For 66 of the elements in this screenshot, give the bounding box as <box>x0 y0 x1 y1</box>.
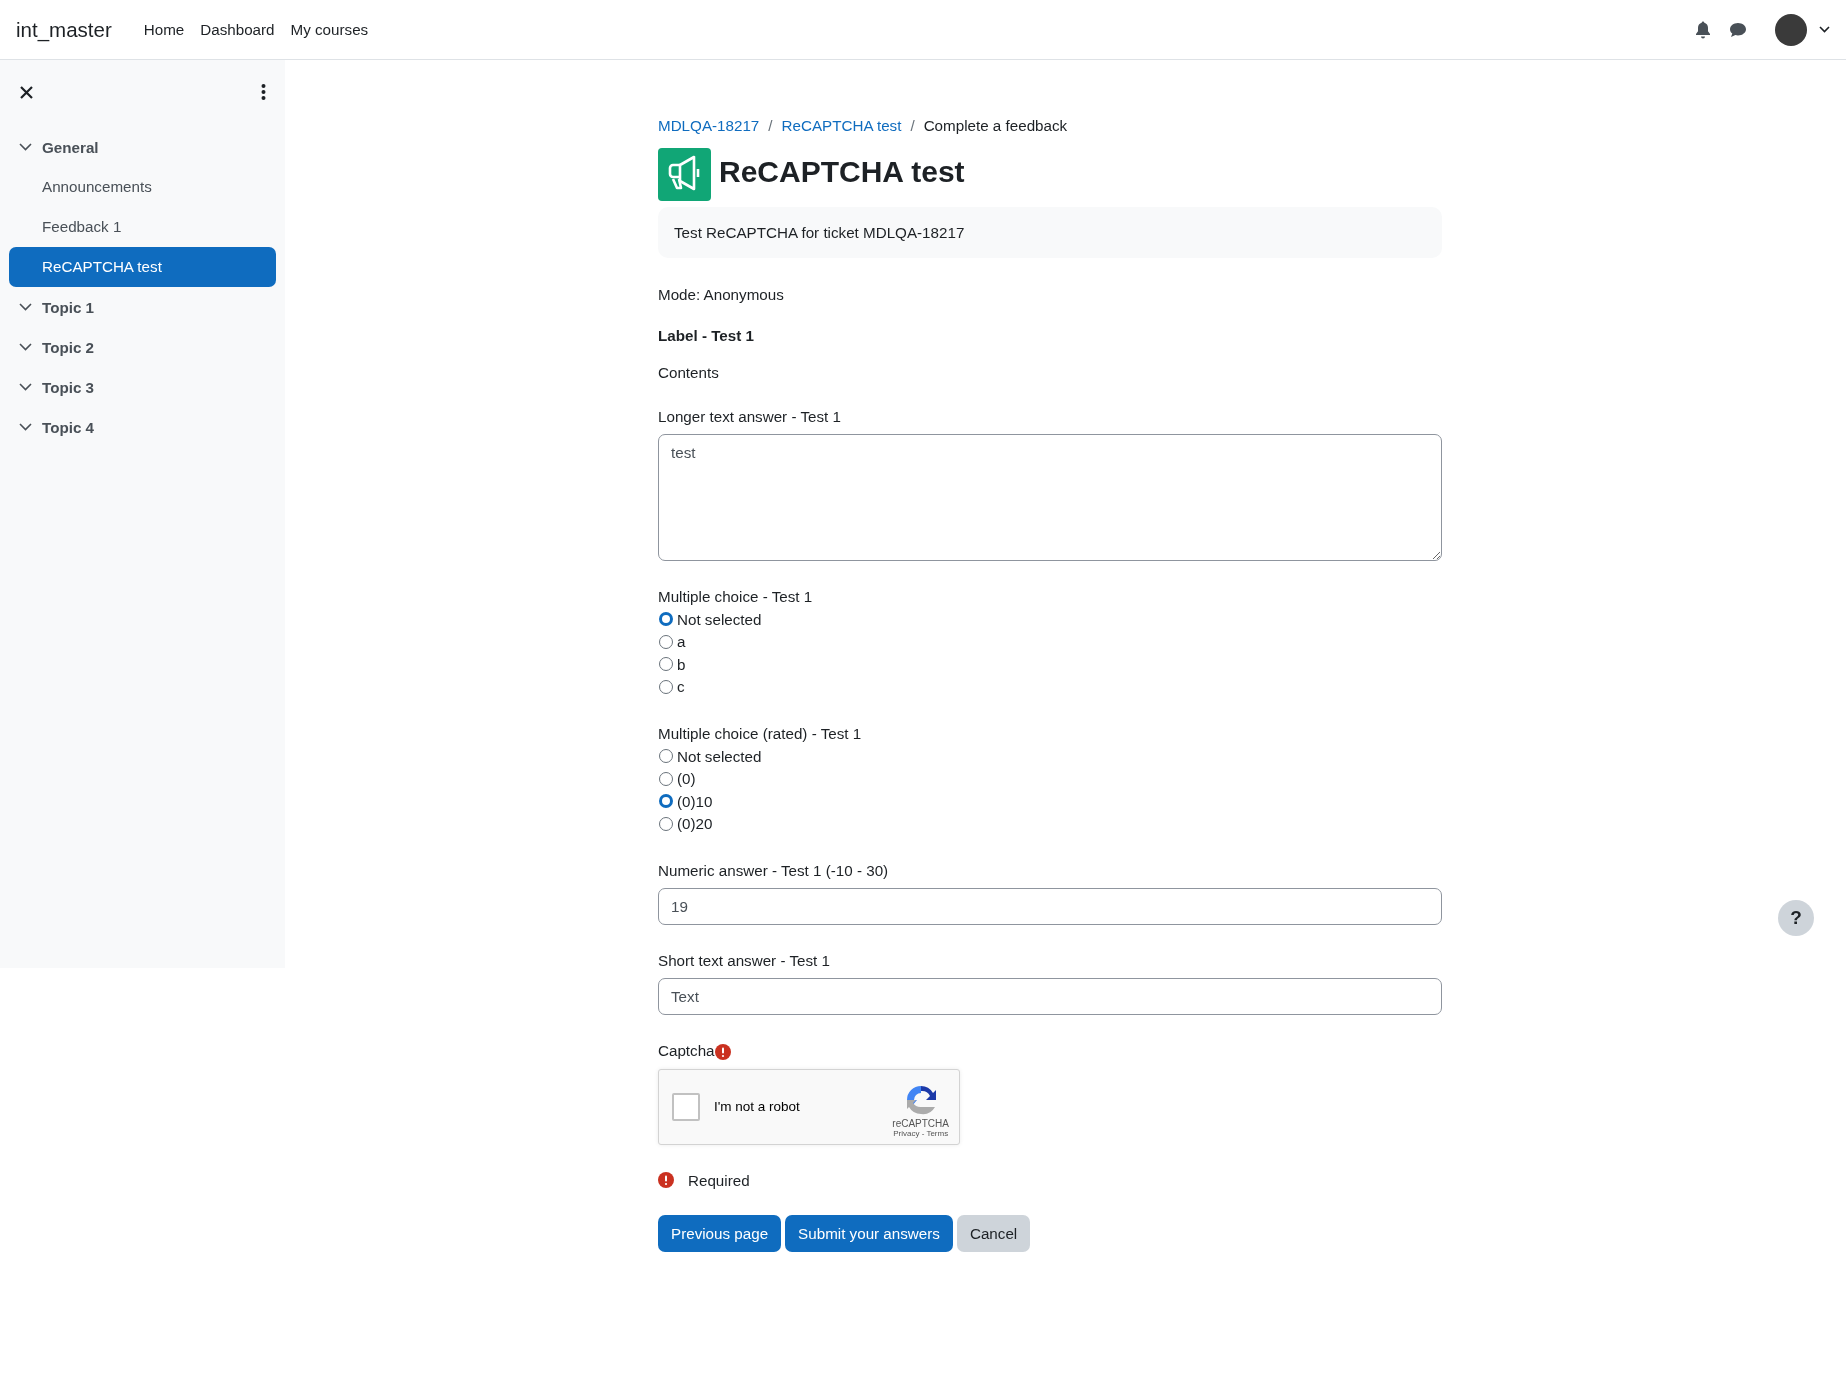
recaptcha-logo-icon <box>904 1084 937 1116</box>
chevron-down-icon[interactable] <box>19 383 32 391</box>
chat-icon[interactable] <box>1729 21 1747 38</box>
item-text: Contents <box>658 364 720 381</box>
required-note: Required <box>688 1172 750 1189</box>
chevron-down-icon[interactable] <box>19 343 32 351</box>
breadcrumb-separator: / <box>768 117 773 134</box>
activity-link[interactable]: Feedback 1 <box>9 207 276 247</box>
breadcrumb-link[interactable]: MDLQA-18217 <box>658 117 760 134</box>
section-title[interactable]: Topic 4 <box>42 418 95 436</box>
section-title[interactable]: General <box>42 138 99 156</box>
question-label: Multiple choice - Test 1 <box>658 588 814 605</box>
activity-link[interactable]: Announcements <box>9 167 276 207</box>
breadcrumb-current: Complete a feedback <box>923 117 1068 134</box>
option-label: Not selected <box>677 747 762 765</box>
checkbox-label: I'm not a robot <box>714 1099 800 1115</box>
terms-link[interactable]: Terms <box>926 1129 949 1138</box>
page-title: ReCAPTCHA test <box>719 154 965 189</box>
text-area[interactable]: test <box>658 434 1442 561</box>
chevron-down-icon[interactable] <box>1819 26 1830 33</box>
chevron-down-icon[interactable] <box>19 303 32 311</box>
description-box: Test ReCAPTCHA for ticket MDLQA-18217 <box>658 207 1442 258</box>
option-label: (0) <box>677 770 696 788</box>
nav-link[interactable]: Dashboard <box>200 21 275 38</box>
question-label: Numeric answer - Test 1 (-10 - 30) <box>658 862 890 879</box>
checkbox[interactable] <box>672 1093 700 1121</box>
radio-button[interactable] <box>659 612 673 627</box>
option-label: a <box>677 633 686 651</box>
chevron-down-icon[interactable] <box>19 423 32 431</box>
breadcrumb-separator: / <box>910 117 915 134</box>
option-label: c <box>677 678 685 696</box>
form-button[interactable]: Previous page <box>658 1215 782 1252</box>
question-label: Longer text answer - Test 1 <box>658 408 842 425</box>
chevron-down-icon[interactable] <box>19 143 32 151</box>
question-label: Short text answer - Test 1 <box>658 952 831 969</box>
link-separator: - <box>921 1129 925 1138</box>
recaptcha-brand: reCAPTCHA <box>892 1118 949 1129</box>
radio-button[interactable] <box>659 794 673 809</box>
megaphone-icon <box>658 148 711 201</box>
help-button[interactable]: ? <box>1778 900 1814 936</box>
option-label: Not selected <box>677 610 762 628</box>
required-icon <box>658 1172 674 1189</box>
option-label: (0)20 <box>677 815 713 833</box>
avatar[interactable] <box>1775 13 1807 46</box>
section-title[interactable]: Topic 3 <box>42 378 95 396</box>
site-name[interactable]: int_master <box>16 17 112 42</box>
section-title[interactable]: Topic 2 <box>42 338 95 356</box>
input-field[interactable]: 19 <box>658 888 1442 925</box>
nav-link[interactable]: My courses <box>290 21 369 38</box>
activity-link[interactable]: ReCAPTCHA test <box>9 247 276 287</box>
item-title: Label - Test 1 <box>658 327 755 344</box>
question-label: Multiple choice (rated) - Test 1 <box>658 725 863 742</box>
form-button[interactable]: Cancel <box>956 1215 1031 1252</box>
mode-text: Mode: Anonymous <box>658 286 785 303</box>
breadcrumb-link[interactable]: ReCAPTCHA test <box>781 117 902 134</box>
privacy-link[interactable]: Privacy <box>893 1129 920 1138</box>
more-options-icon[interactable] <box>261 84 266 100</box>
form-button[interactable]: Submit your answers <box>785 1215 953 1252</box>
close-icon[interactable] <box>20 85 33 99</box>
input-field[interactable]: Text <box>658 978 1442 1015</box>
nav-link[interactable]: Home <box>143 21 185 38</box>
section-title[interactable]: Topic 1 <box>42 298 95 316</box>
option-label: (0)10 <box>677 792 713 810</box>
question-label: Captcha <box>658 1042 1442 1060</box>
option-label: b <box>677 655 686 673</box>
bell-icon[interactable] <box>1695 20 1711 39</box>
